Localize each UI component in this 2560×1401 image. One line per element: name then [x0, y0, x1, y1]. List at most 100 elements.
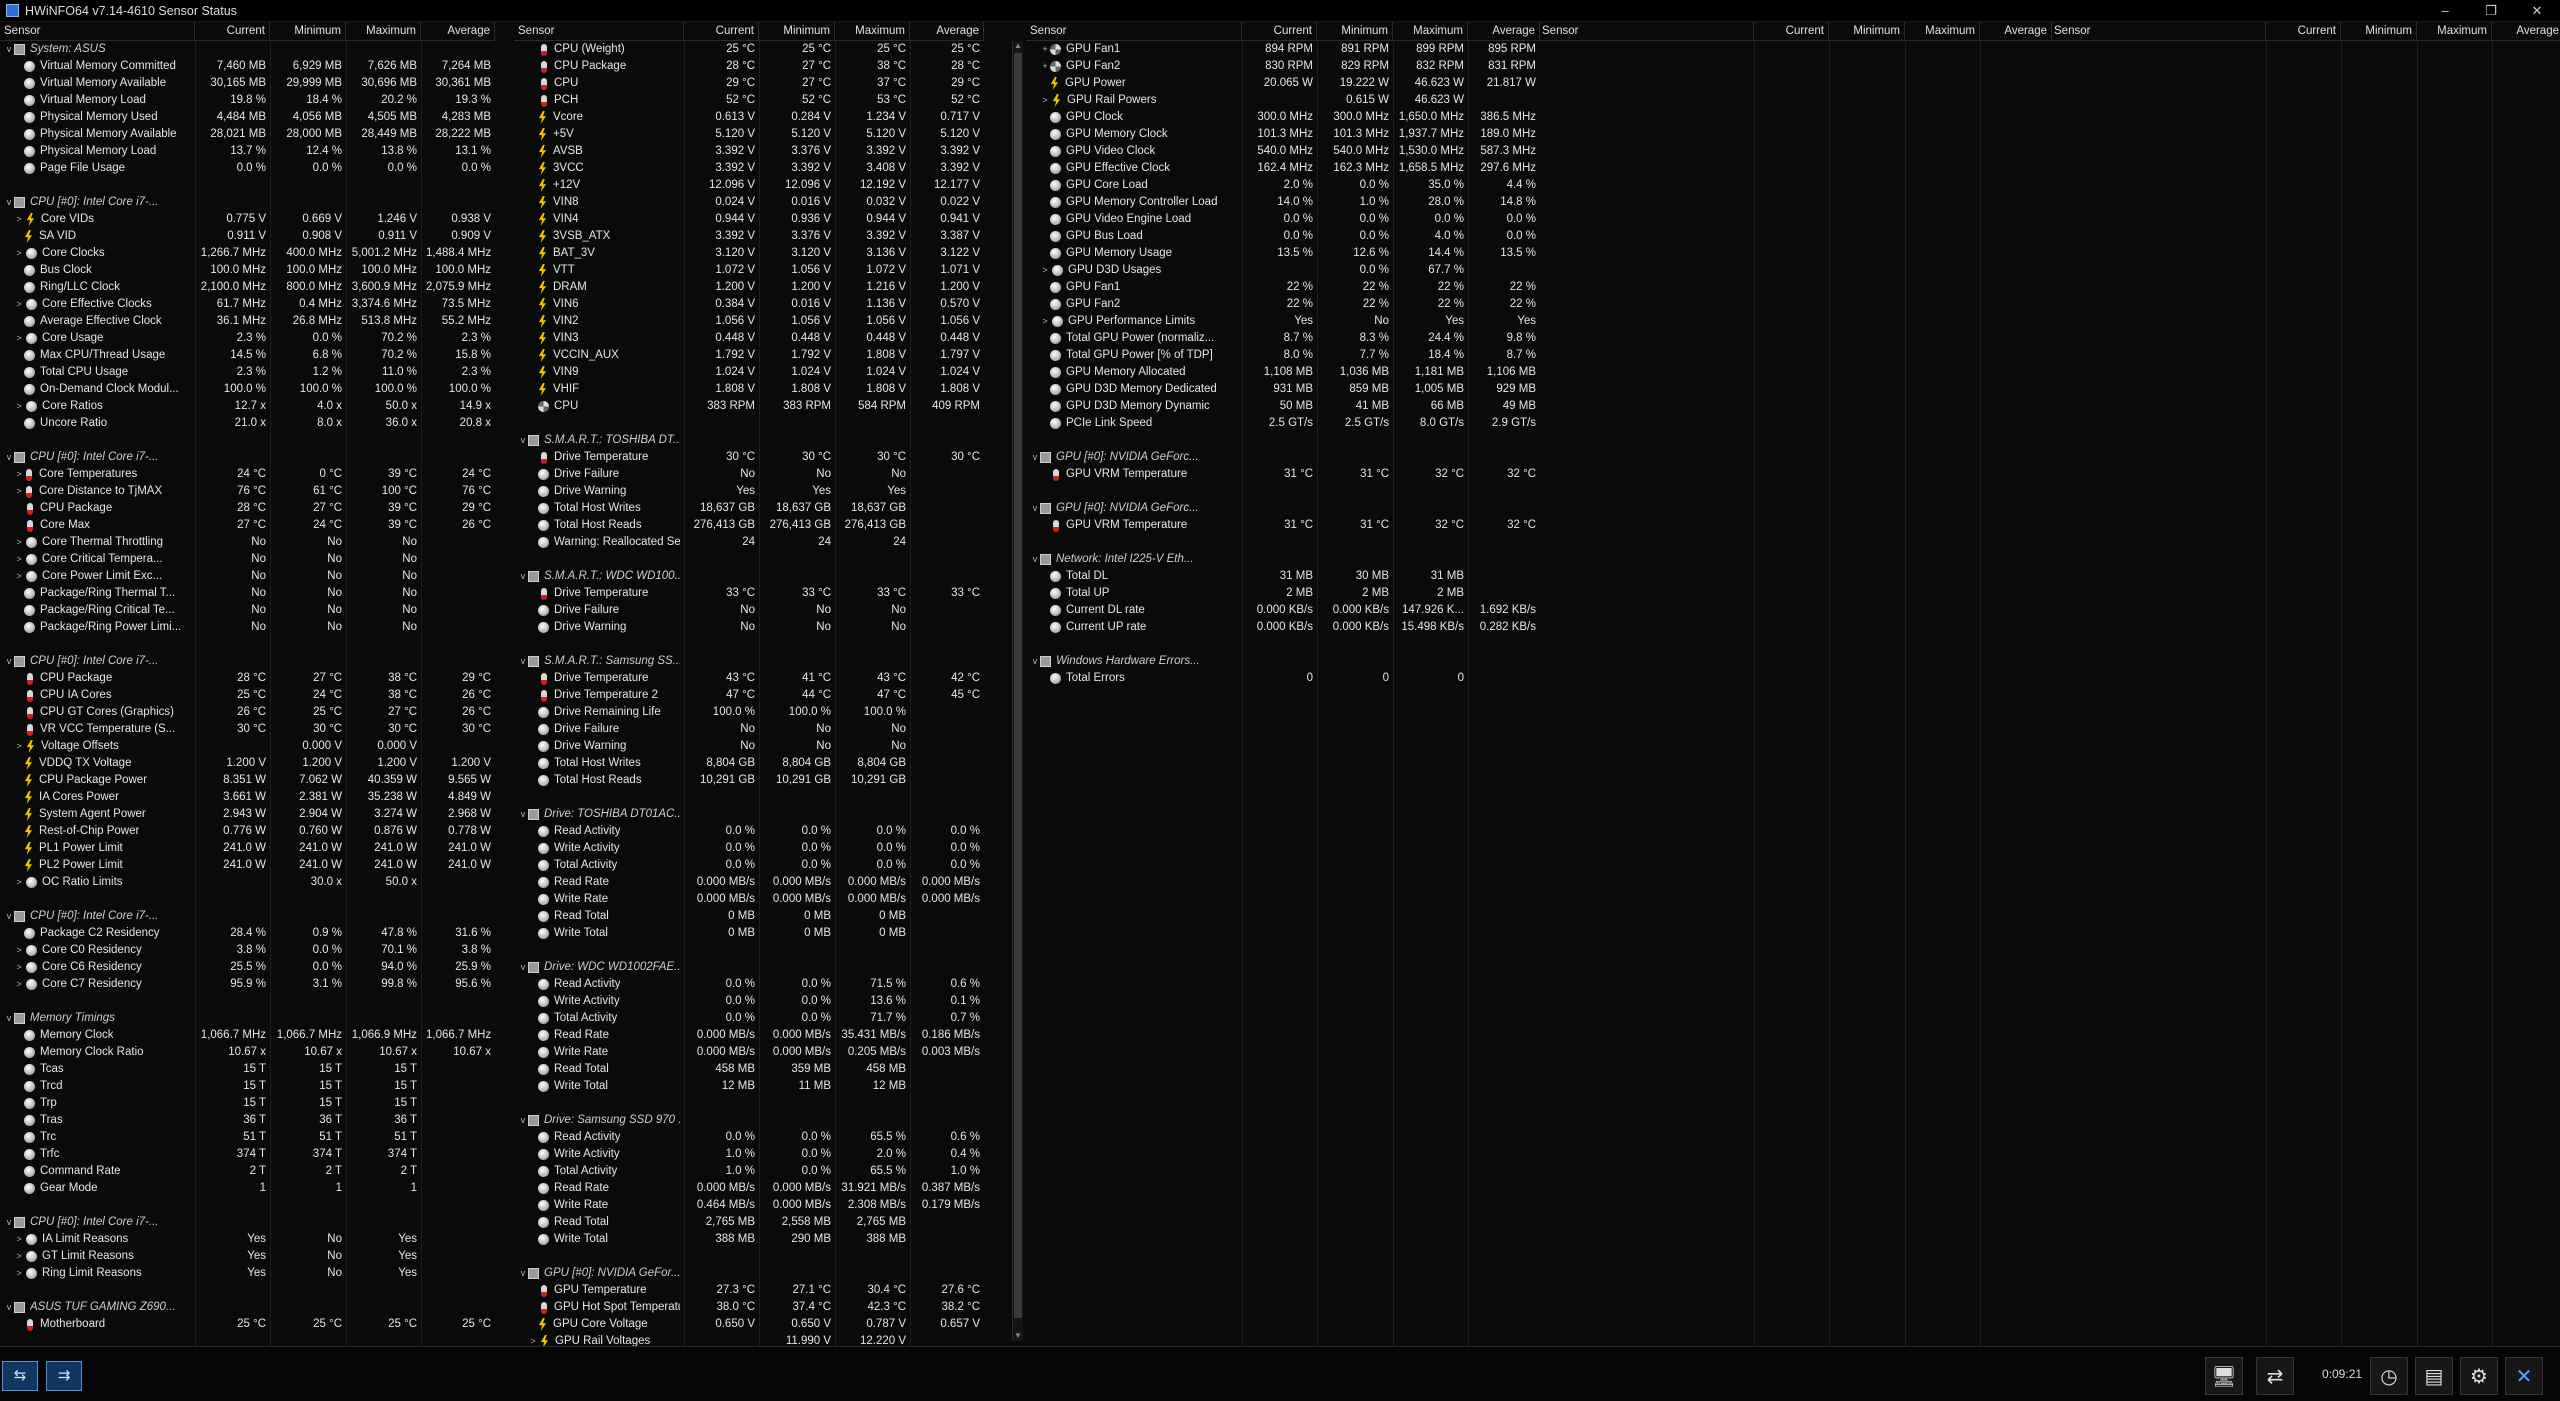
sensor-row[interactable]: Drive Temperature 43 °C 41 °C 43 °C 42 °C	[514, 670, 984, 687]
sensor-row[interactable]: 3VCC 3.392 V 3.392 V 3.408 V 3.392 V	[514, 160, 984, 177]
column-header-sensor[interactable]: Sensor	[0, 22, 195, 40]
sensor-row[interactable]: GPU Hot Spot Temperature 38.0 °C37.4 °C42…	[514, 1299, 984, 1316]
sensor-row[interactable]: GPU Memory Usage 13.5 % 12.6 % 14.4 % 13.5 %	[1026, 245, 1540, 262]
sensor-row[interactable]: Total Activity 1.0 % 0.0 % 65.5 % 1.0 %	[514, 1163, 984, 1180]
column-header-sensor[interactable]: Sensor	[1026, 22, 1242, 40]
sensor-row[interactable]: Drive Temperature 33 °C 33 °C 33 °C 33 °C	[514, 585, 984, 602]
expand-chevron-icon[interactable]: >	[14, 874, 24, 891]
sensor-row[interactable]: CPU 29 °C 27 °C 37 °C 29 °C	[514, 75, 984, 92]
scrollbar-thumb[interactable]	[1014, 53, 1022, 1318]
sensor-row[interactable]: Total GPU Power (normaliz... 8.7 % 8.3 % 24…	[1026, 330, 1540, 347]
sensor-row[interactable]: Total Host Writes 18,637 GB 18,637 GB 18,63…	[514, 500, 984, 517]
sensor-row[interactable]: 3VSB_ATX 3.392 V 3.376 V 3.392 V 3.387 V	[514, 228, 984, 245]
sensor-row[interactable]: Read Rate 0.000 MB/s 0.000 MB/s 0.000 MB/s 0…	[514, 874, 984, 891]
sensor-group-header[interactable]: v Network: Intel I225-V Eth...	[1026, 551, 1540, 568]
collapse-chevron-icon[interactable]: v	[4, 908, 14, 925]
expand-plus-icon[interactable]: +	[1040, 41, 1050, 58]
expand-chevron-icon[interactable]: >	[14, 483, 24, 500]
next-panel-button[interactable]: ⇉	[46, 1361, 82, 1391]
scroll-up-icon[interactable]: ▲	[1013, 41, 1023, 51]
collapse-chevron-icon[interactable]: v	[4, 41, 14, 58]
expand-chevron-icon[interactable]: >	[14, 738, 24, 755]
expand-chevron-icon[interactable]: >	[14, 296, 24, 313]
column-header-average[interactable]: Average	[1468, 22, 1540, 40]
column-header-sensor[interactable]: Sensor	[2050, 22, 2266, 40]
expand-chevron-icon[interactable]: >	[14, 1265, 24, 1282]
collapse-chevron-icon[interactable]: v	[4, 653, 14, 670]
sensor-row[interactable]: Total Host Writes 8,804 GB 8,804 GB 8,804 G…	[514, 755, 984, 772]
sensor-group-header[interactable]: v Drive: Samsung SSD 970 ...	[514, 1112, 984, 1129]
sensor-row[interactable]: Write Activity 0.0 % 0.0 % 0.0 % 0.0 %	[514, 840, 984, 857]
expand-chevron-icon[interactable]: >	[14, 534, 24, 551]
sensor-row[interactable]: Write Total 12 MB 11 MB 12 MB	[514, 1078, 984, 1095]
vertical-scrollbar[interactable]: ▲ ▼	[1012, 41, 1023, 1341]
column-header-minimum[interactable]: Minimum	[1317, 22, 1393, 40]
sensor-row[interactable]: Write Activity 1.0 % 0.0 % 2.0 % 0.4 %	[514, 1146, 984, 1163]
sensor-row[interactable]: CPU Package 28 °C 27 °C 38 °C 28 °C	[514, 58, 984, 75]
close-window-button[interactable]: ✕	[2514, 0, 2560, 22]
close-button[interactable]: ✕	[2505, 1357, 2543, 1395]
collapse-chevron-icon[interactable]: v	[518, 653, 528, 670]
column-header-minimum[interactable]: Minimum	[1829, 22, 1905, 40]
expand-chevron-icon[interactable]: >	[1040, 92, 1050, 109]
sensor-row[interactable]: VIN6 0.384 V 0.016 V 1.136 V 0.570 V	[514, 296, 984, 313]
column-header-average[interactable]: Average	[421, 22, 495, 40]
column-header-minimum[interactable]: Minimum	[270, 22, 346, 40]
sensor-row[interactable]: Drive Warning No No No	[514, 738, 984, 755]
sensor-row[interactable]: Drive Failure No No No	[514, 602, 984, 619]
sensor-row[interactable]: > GPU Rail Voltages 11.990 V 12.220 V	[514, 1333, 984, 1346]
column-header-current[interactable]: Current	[684, 22, 759, 40]
collapse-chevron-icon[interactable]: v	[4, 1010, 14, 1027]
sensor-row[interactable]: VIN4 0.944 V 0.936 V 0.944 V 0.941 V	[514, 211, 984, 228]
sensor-row[interactable]: GPU Bus Load 0.0 % 0.0 % 4.0 % 0.0 %	[1026, 228, 1540, 245]
collapse-chevron-icon[interactable]: v	[4, 449, 14, 466]
column-header-average[interactable]: Average	[1980, 22, 2052, 40]
sensor-row[interactable]: Read Total 2,765 MB 2,558 MB 2,765 MB	[514, 1214, 984, 1231]
column-header-average[interactable]: Average	[2492, 22, 2560, 40]
sensor-group-header[interactable]: v Drive: WDC WD1002FAE...	[514, 959, 984, 976]
sensor-row[interactable]: CPU (Weight) 25 °C 25 °C 25 °C 25 °C	[514, 41, 984, 58]
column-header-minimum[interactable]: Minimum	[759, 22, 835, 40]
column-header-sensor[interactable]: Sensor	[1538, 22, 1754, 40]
column-header-average[interactable]: Average	[910, 22, 984, 40]
sensor-row[interactable]: Read Activity 0.0 % 0.0 % 71.5 % 0.6 %	[514, 976, 984, 993]
sensor-row[interactable]: GPU D3D Memory Dedicated 931 MB 859 MB 1,00…	[1026, 381, 1540, 398]
expand-chevron-icon[interactable]: >	[14, 942, 24, 959]
expand-chevron-icon[interactable]: >	[528, 1333, 538, 1346]
monitor-button[interactable]: 🖥	[2205, 1357, 2243, 1395]
collapse-chevron-icon[interactable]: v	[518, 959, 528, 976]
previous-panel-button[interactable]: ⇆	[2, 1361, 38, 1391]
expand-plus-icon[interactable]: +	[1040, 58, 1050, 75]
sensor-group-header[interactable]: v GPU [#0]: NVIDIA GeForc...	[1026, 449, 1540, 466]
sensor-row[interactable]: AVSB 3.392 V 3.376 V 3.392 V 3.392 V	[514, 143, 984, 160]
sensor-row[interactable]: GPU Core Voltage 0.650 V 0.650 V 0.787 V 0.6…	[514, 1316, 984, 1333]
sensor-row[interactable]: GPU Fan1 22 % 22 % 22 % 22 %	[1026, 279, 1540, 296]
column-header-maximum[interactable]: Maximum	[1393, 22, 1468, 40]
sensor-row[interactable]: GPU Video Engine Load 0.0 % 0.0 % 0.0 % 0.0 …	[1026, 211, 1540, 228]
expand-chevron-icon[interactable]: >	[14, 551, 24, 568]
sensor-row[interactable]: Write Rate 0.464 MB/s 0.000 MB/s 2.308 MB/s…	[514, 1197, 984, 1214]
sensor-row[interactable]: Total Host Reads 276,413 GB 276,413 GB 276,…	[514, 517, 984, 534]
sensor-row[interactable]: CPU 383 RPM 383 RPM 584 RPM 409 RPM	[514, 398, 984, 415]
column-header-current[interactable]: Current	[1754, 22, 1829, 40]
sensor-row[interactable]: Drive Warning No No No	[514, 619, 984, 636]
sensor-row[interactable]: PCH 52 °C 52 °C 53 °C 52 °C	[514, 92, 984, 109]
sensor-row[interactable]: VIN3 0.448 V 0.448 V 0.448 V 0.448 V	[514, 330, 984, 347]
clock-button[interactable]: ◷	[2370, 1357, 2408, 1395]
sensor-row[interactable]: Read Rate 0.000 MB/s 0.000 MB/s 31.921 MB/s…	[514, 1180, 984, 1197]
expand-chevron-icon[interactable]: >	[14, 1231, 24, 1248]
network-monitor-button[interactable]: ⇄	[2256, 1357, 2294, 1395]
sensor-row[interactable]: VIN8 0.024 V 0.016 V 0.032 V 0.022 V	[514, 194, 984, 211]
expand-chevron-icon[interactable]: >	[14, 1248, 24, 1265]
report-button[interactable]: ▤	[2415, 1357, 2453, 1395]
sensor-row[interactable]: GPU Core Load 2.0 % 0.0 % 35.0 % 4.4 %	[1026, 177, 1540, 194]
collapse-chevron-icon[interactable]: v	[518, 432, 528, 449]
column-header-maximum[interactable]: Maximum	[835, 22, 910, 40]
column-header-current[interactable]: Current	[2266, 22, 2341, 40]
sensor-row[interactable]: VHIF 1.808 V 1.808 V 1.808 V 1.808 V	[514, 381, 984, 398]
sensor-row[interactable]: Read Activity 0.0 % 0.0 % 0.0 % 0.0 %	[514, 823, 984, 840]
collapse-chevron-icon[interactable]: v	[518, 568, 528, 585]
sensor-row[interactable]: VTT 1.072 V 1.056 V 1.072 V 1.071 V	[514, 262, 984, 279]
sensor-group-header[interactable]: v S.M.A.R.T.: WDC WD100...	[514, 568, 984, 585]
sensor-row[interactable]: Write Activity 0.0 % 0.0 % 13.6 % 0.1 %	[514, 993, 984, 1010]
